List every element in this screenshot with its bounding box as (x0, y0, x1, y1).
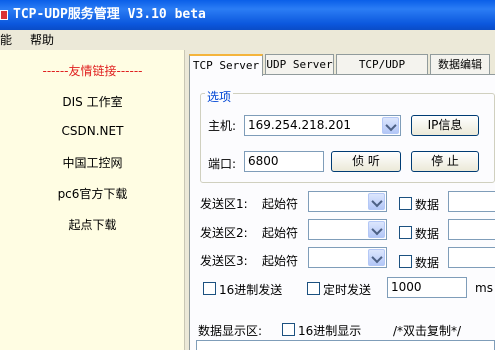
send-area-1-start-label: 起始符 (262, 197, 299, 211)
data-display-area[interactable] (196, 340, 495, 350)
link-qidian[interactable]: 起点下载 (0, 216, 185, 233)
link-gongkong[interactable]: 中国工控网 (0, 154, 185, 171)
send-area-1-data-checkbox[interactable] (399, 197, 412, 210)
title-bar: TCP-UDP服务管理 V3.10 beta (0, 0, 495, 30)
chevron-down-icon[interactable] (368, 193, 385, 210)
ip-info-button[interactable]: IP信息 (411, 115, 479, 136)
tab-tcp-server[interactable]: TCP Server (189, 54, 263, 76)
send-area-1-data-label: 数据 (415, 198, 440, 212)
options-legend: 选项 (205, 88, 234, 105)
send-area-1-data-input[interactable] (448, 191, 495, 212)
host-value: 169.254.218.201 (248, 118, 352, 132)
send-area-3-label: 发送区3: (200, 254, 248, 268)
tab-udp-server[interactable]: UDP Server (265, 54, 334, 75)
send-area-2-start-select[interactable] (308, 219, 387, 240)
window-title: TCP-UDP服务管理 V3.10 beta (13, 7, 206, 22)
menu-item-function[interactable]: 功能 (0, 30, 12, 50)
host-label: 主机: (208, 119, 237, 133)
send-area-2-start-label: 起始符 (262, 226, 299, 240)
link-csdn[interactable]: CSDN.NET (0, 124, 185, 138)
send-area-3-data-input[interactable] (448, 247, 495, 268)
hex-send-label: 16进制发送 (219, 283, 283, 297)
stop-button[interactable]: 停 止 (411, 151, 479, 172)
copy-hint: /*双击复制*/ (393, 324, 462, 338)
send-area-2-data-label: 数据 (415, 227, 440, 241)
friendly-links-sidebar: ------友情链接------ DIS 工作室 CSDN.NET 中国工控网 … (0, 50, 185, 350)
listen-button[interactable]: 侦 听 (331, 151, 401, 172)
send-area-3-data-label: 数据 (415, 256, 440, 270)
send-area-3-start-label: 起始符 (262, 254, 299, 268)
port-label: 端口: (208, 157, 237, 171)
interval-unit-label: ms (475, 281, 493, 295)
menu-bar: 功能 帮助 (0, 30, 495, 50)
send-area-1-start-select[interactable] (308, 191, 387, 212)
hex-send-checkbox[interactable] (203, 282, 216, 295)
port-input[interactable]: 6800 (244, 151, 324, 172)
timed-send-checkbox[interactable] (307, 282, 320, 295)
link-pc6[interactable]: pc6官方下载 (0, 185, 185, 202)
send-area-2-data-checkbox[interactable] (399, 226, 412, 239)
tab-data-edit[interactable]: 数据编辑 (430, 54, 490, 75)
host-select[interactable]: 169.254.218.201 (244, 115, 401, 136)
app-icon (0, 10, 8, 20)
tab-tcp-udp-client[interactable]: TCP/UDP Client (336, 54, 428, 90)
menu-item-help[interactable]: 帮助 (30, 30, 54, 50)
hex-display-checkbox[interactable] (282, 323, 295, 336)
send-area-2-data-input[interactable] (448, 219, 495, 240)
timed-send-label: 定时发送 (323, 283, 372, 297)
links-header: ------友情链接------ (42, 64, 143, 78)
hex-display-label: 16进制显示 (298, 324, 362, 338)
send-interval-input[interactable]: 1000 (387, 277, 467, 298)
send-area-3-start-select[interactable] (308, 247, 387, 268)
link-dis-studio[interactable]: DIS 工作室 (0, 93, 185, 110)
chevron-down-icon[interactable] (382, 117, 399, 134)
send-area-1-label: 发送区1: (200, 197, 248, 211)
chevron-down-icon[interactable] (368, 249, 385, 266)
chevron-down-icon[interactable] (368, 221, 385, 238)
display-area-label: 数据显示区: (198, 324, 263, 338)
send-area-2-label: 发送区2: (200, 226, 248, 240)
send-area-3-data-checkbox[interactable] (399, 255, 412, 268)
